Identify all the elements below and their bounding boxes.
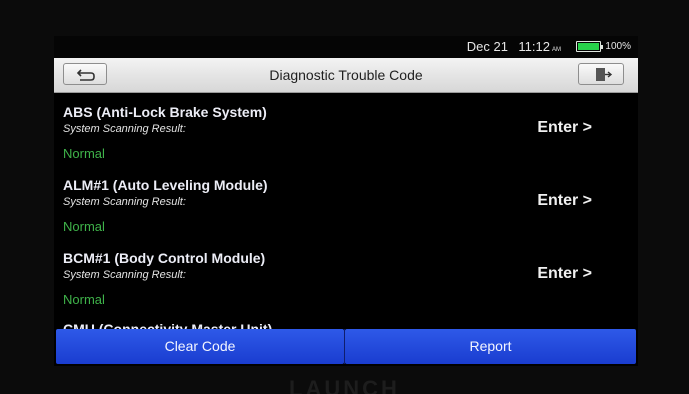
action-bar: Clear Code Report (54, 329, 638, 366)
enter-button[interactable]: Enter > (537, 192, 592, 210)
system-name: BCM#1 (Body Control Module) (63, 250, 266, 266)
status-bar: Dec 21 11:12 AM 100% (54, 36, 638, 58)
system-list: ABS (Anti-Lock Brake System) System Scan… (54, 92, 638, 366)
exit-button[interactable] (578, 63, 624, 85)
battery-fill (578, 43, 599, 50)
bezel-logo: LAUNCH (289, 376, 400, 394)
status-date: Dec 21 (466, 39, 508, 54)
title-bar: Diagnostic Trouble Code (54, 58, 638, 93)
system-name: ABS (Anti-Lock Brake System) (63, 104, 267, 120)
status-time: 11:12 AM (518, 39, 561, 54)
system-row-bcm1[interactable]: BCM#1 (Body Control Module) System Scann… (54, 238, 638, 311)
status-time-value: 11:12 (518, 39, 550, 54)
scan-result-label: System Scanning Result: (63, 123, 186, 135)
system-row-abs[interactable]: ABS (Anti-Lock Brake System) System Scan… (54, 92, 638, 165)
enter-button[interactable]: Enter > (537, 119, 592, 137)
system-name: ALM#1 (Auto Leveling Module) (63, 177, 268, 193)
clear-code-button[interactable]: Clear Code (56, 329, 344, 364)
page-title: Diagnostic Trouble Code (269, 67, 423, 83)
system-row-alm1[interactable]: ALM#1 (Auto Leveling Module) System Scan… (54, 165, 638, 238)
scan-result-value: Normal (63, 219, 105, 234)
status-ampm: AM (552, 47, 561, 53)
device-screen: Dec 21 11:12 AM 100% Diagnostic Trouble C… (54, 36, 638, 366)
exit-door-icon (596, 68, 613, 81)
battery-icon (576, 41, 603, 52)
enter-button[interactable]: Enter > (537, 265, 592, 283)
scan-result-label: System Scanning Result: (63, 269, 186, 281)
scan-result-value: Normal (63, 146, 105, 161)
report-button[interactable]: Report (345, 329, 636, 364)
scan-result-value: Normal (63, 292, 105, 307)
battery-percent: 100% (605, 41, 631, 52)
device-frame: Dec 21 11:12 AM 100% Diagnostic Trouble C… (0, 0, 689, 394)
scan-result-label: System Scanning Result: (63, 196, 186, 208)
